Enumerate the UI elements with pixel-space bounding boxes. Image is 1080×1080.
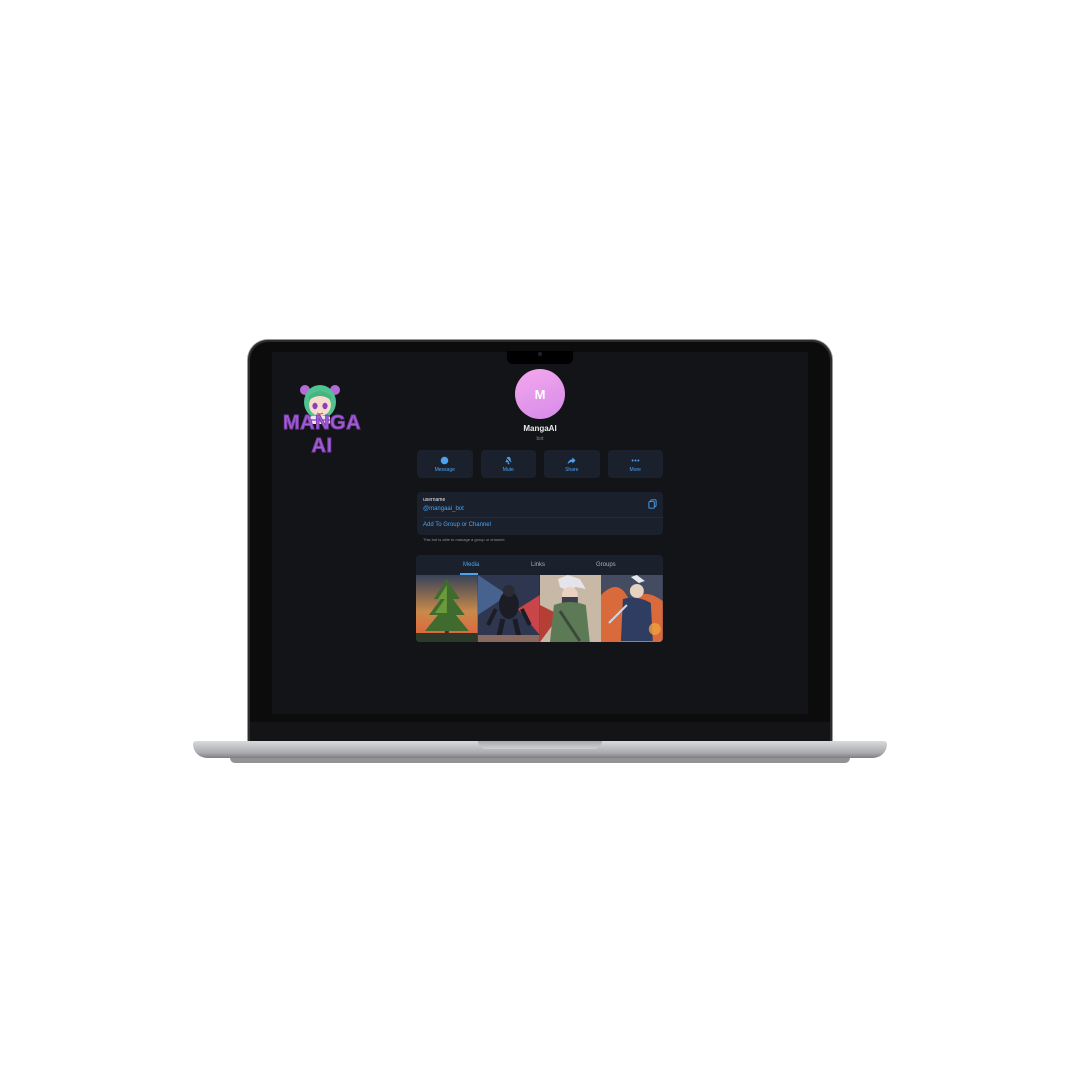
camera-icon [538, 352, 542, 356]
more-button-label: More [629, 466, 641, 473]
more-dots-icon [631, 459, 640, 461]
mute-button[interactable]: Mute [480, 450, 536, 478]
laptop-screen: MANGA AI M MangaAI bot Message Mute Shar… [272, 352, 808, 714]
media-thumb-fire-battle[interactable] [601, 575, 663, 642]
tab-links[interactable]: Links [531, 562, 545, 568]
share-button[interactable]: Share [544, 450, 600, 478]
bell-mute-icon [504, 456, 512, 464]
media-thumb-pine-tree[interactable] [416, 575, 478, 642]
media-thumb-dark-warrior[interactable] [477, 575, 540, 642]
add-to-group-link[interactable]: Add To Group or Channel [423, 522, 491, 528]
username-label: username [423, 497, 446, 503]
laptop-groove [478, 741, 602, 749]
media-grid [416, 575, 663, 642]
tab-groups[interactable]: Groups [596, 562, 616, 568]
mute-button-label: Mute [502, 466, 514, 473]
avatar[interactable]: M [515, 369, 565, 419]
chat-bubble-icon [440, 456, 449, 464]
share-arrow-icon [567, 456, 576, 464]
username-value[interactable]: @mangaai_bot [423, 506, 464, 512]
message-button-label: Message [434, 466, 455, 473]
media-thumb-silver-ninja[interactable] [539, 575, 602, 642]
message-button[interactable]: Message [417, 450, 473, 478]
laptop-chin [250, 722, 830, 742]
more-button[interactable]: More [607, 450, 663, 478]
avatar-initial: M [534, 386, 546, 402]
share-button-label: Share [565, 466, 579, 473]
tab-media[interactable]: Media [463, 562, 479, 568]
profile-name: MangaAI [523, 424, 557, 433]
info-card: username @mangaai_bot Add To Group or Ch… [417, 492, 663, 535]
laptop-shadow [230, 758, 850, 763]
action-bar: Message Mute Share More [417, 450, 663, 480]
brand-title: MANGA AI [282, 412, 362, 458]
divider [423, 517, 663, 518]
profile-subtitle: bot [536, 436, 544, 442]
bot-permission-note: This bot is able to manage a group or ch… [423, 537, 506, 542]
media-section: Media Links Groups [416, 555, 663, 642]
copy-icon[interactable] [648, 499, 657, 509]
